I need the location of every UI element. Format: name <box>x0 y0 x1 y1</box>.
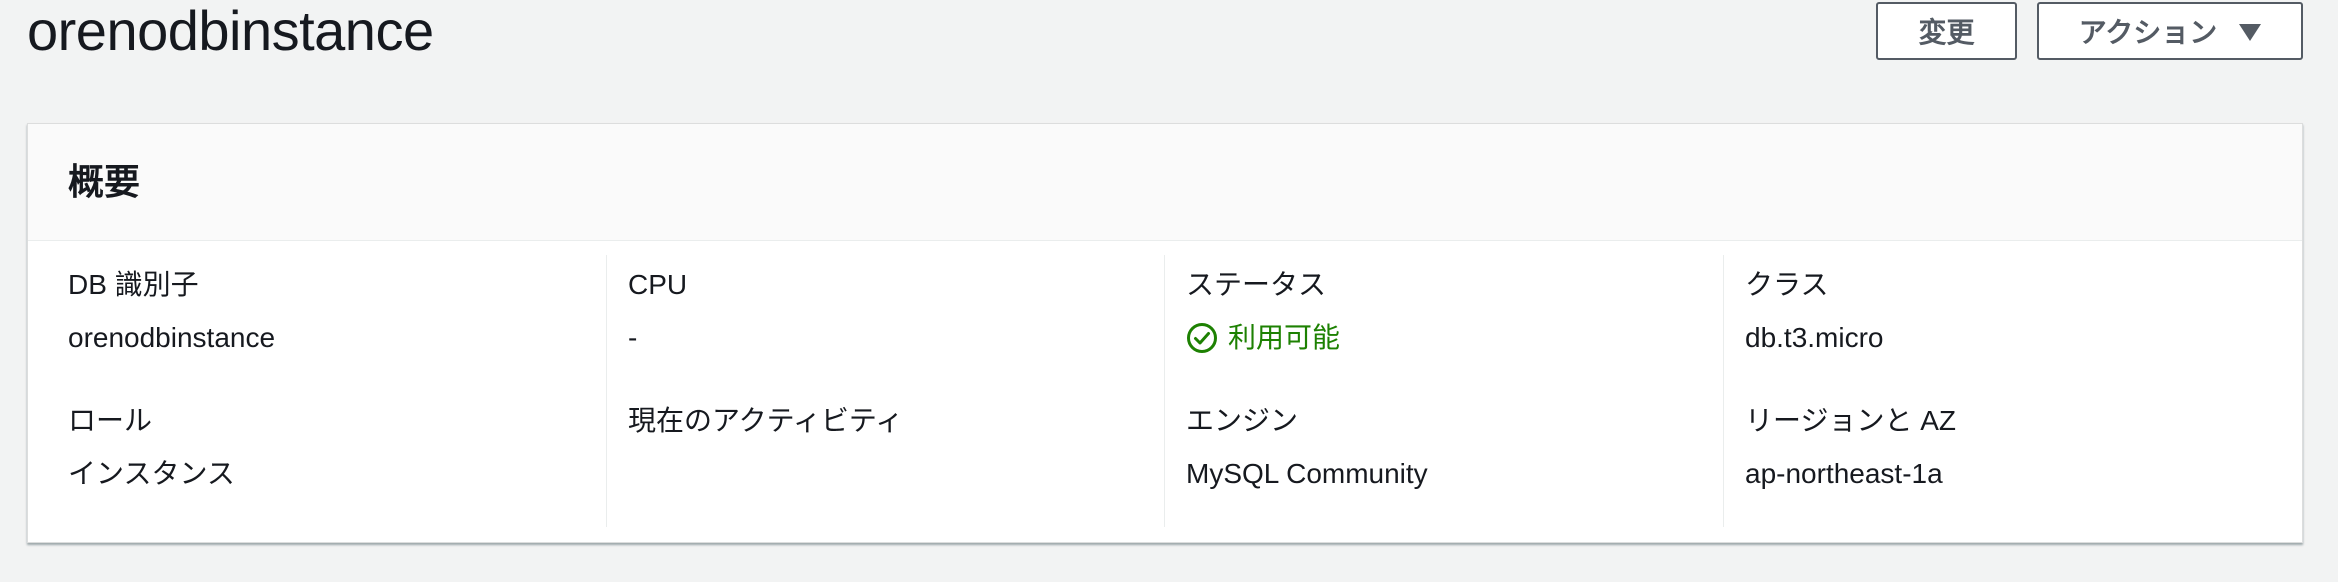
role-value: インスタンス <box>68 458 235 489</box>
summary-column-1: DB 識別子 orenodbinstance ロール インスタンス <box>28 255 606 527</box>
engine-field: エンジン MySQL Community <box>1186 401 1428 494</box>
role-field: ロール インスタンス <box>68 401 235 494</box>
cpu-value: - <box>628 322 638 353</box>
modify-button-label: 変更 <box>1918 17 1975 48</box>
role-label: ロール <box>68 405 153 436</box>
region-az-value: ap-northeast-1a <box>1745 458 1943 489</box>
actions-button-label: アクション <box>2078 17 2218 48</box>
summary-panel-header: 概要 <box>28 124 2302 241</box>
region-az-field: リージョンと AZ ap-northeast-1a <box>1745 401 1956 494</box>
class-value: db.t3.micro <box>1745 322 1884 353</box>
cpu-label: CPU <box>628 269 688 300</box>
status-value-text: 利用可能 <box>1228 322 1341 353</box>
actions-dropdown-button[interactable]: アクション <box>2037 2 2303 60</box>
summary-columns: DB 識別子 orenodbinstance ロール インスタンス CPU - … <box>28 241 2302 544</box>
summary-column-2: CPU - 現在のアクティビティ <box>606 255 1164 527</box>
db-identifier-value: orenodbinstance <box>68 322 276 353</box>
page-header: orenodbinstance 変更 アクション <box>0 0 2338 90</box>
class-label: クラス <box>1745 269 1829 300</box>
summary-column-4: クラス db.t3.micro リージョンと AZ ap-northeast-1… <box>1723 255 2304 527</box>
summary-column-3: ステータス 利用可能 エンジン MySQL Community <box>1164 255 1723 527</box>
current-activity-label: 現在のアクティビティ <box>628 405 904 436</box>
status-value: 利用可能 <box>1186 318 1340 358</box>
db-identifier-label: DB 識別子 <box>68 269 199 300</box>
db-identifier-field: DB 識別子 orenodbinstance <box>68 265 275 358</box>
region-az-label: リージョンと AZ <box>1745 405 1956 436</box>
modify-button[interactable]: 変更 <box>1876 2 2017 60</box>
engine-label: エンジン <box>1186 405 1299 436</box>
cpu-field: CPU - <box>628 265 687 358</box>
status-label: ステータス <box>1186 269 1327 300</box>
current-activity-field: 現在のアクティビティ <box>628 401 903 454</box>
summary-title: 概要 <box>68 161 141 202</box>
summary-panel: 概要 DB 識別子 orenodbinstance ロール インスタンス CPU… <box>27 123 2303 543</box>
page-title: orenodbinstance <box>27 0 434 62</box>
check-circle-icon <box>1187 323 1217 353</box>
engine-value: MySQL Community <box>1186 458 1428 489</box>
class-field: クラス db.t3.micro <box>1745 265 1884 358</box>
status-field: ステータス 利用可能 <box>1186 265 1340 358</box>
caret-down-icon <box>2239 23 2262 41</box>
